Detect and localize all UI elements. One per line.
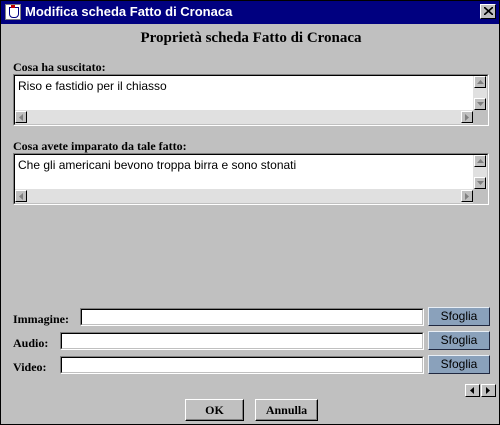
- scroll-up-button[interactable]: [474, 155, 486, 167]
- ok-label: OK: [205, 403, 224, 417]
- arrow-right-icon: [486, 387, 490, 394]
- reaction-text: Riso e fastidio per il chiasso: [18, 79, 167, 93]
- arrow-down-icon: [477, 102, 484, 106]
- image-label: Immagine:: [13, 312, 69, 326]
- prev-button[interactable]: [465, 384, 480, 397]
- learned-horizontal-scrollbar[interactable]: [15, 189, 473, 203]
- scrollbar-corner: [473, 110, 487, 124]
- panel-title: Proprietà scheda Fatto di Cronaca: [140, 30, 362, 46]
- java-cup-icon[interactable]: [5, 4, 21, 20]
- learned-label: Cosa avete imparato da tale fatto:: [13, 139, 187, 153]
- reaction-horizontal-scrollbar[interactable]: [15, 110, 473, 124]
- close-icon: [484, 7, 493, 15]
- cancel-label: Annulla: [265, 403, 308, 417]
- learned-vertical-scrollbar[interactable]: [473, 155, 487, 189]
- scroll-up-button[interactable]: [474, 76, 486, 88]
- arrow-left-icon: [19, 114, 23, 121]
- arrow-left-icon: [19, 193, 23, 200]
- arrow-up-icon: [477, 80, 484, 84]
- browse-video-button[interactable]: Sfoglia: [428, 355, 490, 374]
- scroll-left-button[interactable]: [15, 190, 27, 202]
- title-bar[interactable]: Modifica scheda Fatto di Cronaca: [1, 1, 499, 24]
- dialog-window: Modifica scheda Fatto di Cronaca Proprie…: [0, 0, 500, 425]
- learned-text: Che gli americani bevono troppa birra e …: [18, 158, 297, 172]
- arrow-down-icon: [477, 181, 484, 185]
- cancel-button[interactable]: Annulla: [255, 399, 318, 421]
- scroll-down-button[interactable]: [474, 98, 486, 110]
- window-title: Modifica scheda Fatto di Cronaca: [25, 4, 233, 19]
- video-path-field[interactable]: [60, 356, 424, 374]
- scroll-down-button[interactable]: [474, 177, 486, 189]
- video-label: Video:: [13, 360, 47, 374]
- scrollbar-corner: [473, 189, 487, 203]
- scroll-right-button[interactable]: [461, 111, 473, 123]
- learned-textarea[interactable]: Che gli americani bevono troppa birra e …: [13, 153, 489, 205]
- arrow-right-icon: [465, 193, 469, 200]
- arrow-left-icon: [470, 387, 474, 394]
- arrow-right-icon: [465, 114, 469, 121]
- browse-audio-button[interactable]: Sfoglia: [428, 331, 490, 350]
- audio-label: Audio:: [13, 336, 49, 350]
- scroll-right-button[interactable]: [461, 190, 473, 202]
- audio-path-field[interactable]: [60, 332, 424, 350]
- reaction-vertical-scrollbar[interactable]: [473, 76, 487, 110]
- scroll-left-button[interactable]: [15, 111, 27, 123]
- next-button[interactable]: [481, 384, 496, 397]
- close-button[interactable]: [480, 4, 496, 19]
- ok-button[interactable]: OK: [185, 399, 244, 421]
- arrow-up-icon: [477, 159, 484, 163]
- image-path-field[interactable]: [80, 308, 424, 326]
- browse-image-button[interactable]: Sfoglia: [428, 307, 490, 326]
- reaction-label: Cosa ha suscitato:: [13, 60, 106, 74]
- reaction-textarea[interactable]: Riso e fastidio per il chiasso: [13, 74, 489, 126]
